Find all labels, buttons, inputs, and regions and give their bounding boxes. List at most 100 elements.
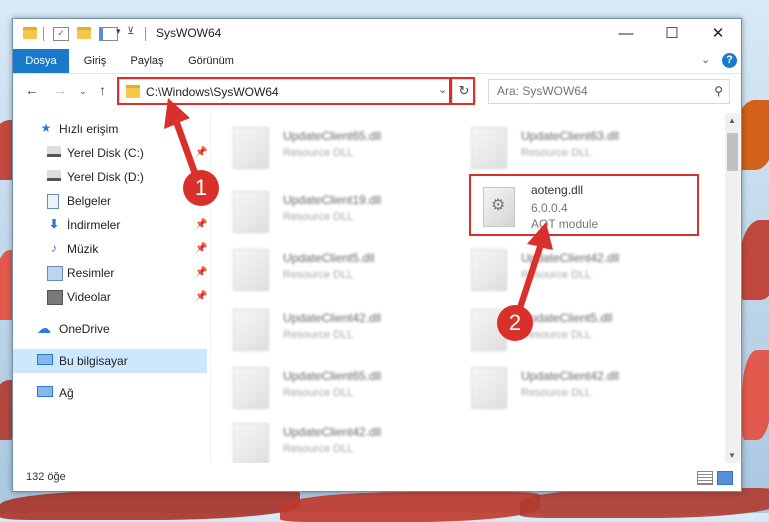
computer-icon xyxy=(37,354,53,365)
sidebar-item-this-pc[interactable]: Bu bilgisayar xyxy=(13,349,207,373)
tab-file[interactable]: Dosya xyxy=(13,49,69,73)
dll-file-icon xyxy=(233,309,269,351)
dll-file-icon xyxy=(471,367,507,409)
scroll-up-icon[interactable]: ▲ xyxy=(728,116,736,125)
new-folder-icon[interactable] xyxy=(77,27,91,39)
file-description: Resource DLL xyxy=(521,329,592,341)
network-icon xyxy=(37,386,53,397)
sidebar-item-label: Yerel Disk (C:) xyxy=(67,146,144,160)
sidebar-item-label: İndirmeler xyxy=(67,218,121,232)
large-icons-view-icon[interactable] xyxy=(717,471,733,485)
search-icon[interactable]: ⚲ xyxy=(714,84,723,98)
dll-file-icon xyxy=(233,423,269,463)
folder-icon xyxy=(23,27,37,39)
sidebar-item-local-disk-d[interactable]: Yerel Disk (D:) xyxy=(13,165,207,189)
list-item[interactable]: UpdateClient42.dll Resource DLL xyxy=(211,415,441,463)
dll-file-icon xyxy=(233,191,269,233)
details-view-icon[interactable] xyxy=(697,471,713,485)
pin-icon[interactable]: 📌 xyxy=(195,291,207,302)
toolbar-separator xyxy=(43,27,44,41)
tab-view[interactable]: Görünüm xyxy=(177,49,245,73)
file-description: Resource DLL xyxy=(283,211,354,223)
dll-file-icon xyxy=(233,367,269,409)
list-item[interactable]: UpdateClient42.dll Resource DLL xyxy=(449,359,679,411)
sidebar-item-documents[interactable]: Belgeler 📌 xyxy=(13,189,207,213)
pin-icon[interactable]: 📌 xyxy=(195,147,207,158)
file-name: UpdateClient42.dll xyxy=(283,311,382,325)
sidebar-item-local-disk-c[interactable]: Yerel Disk (C:) 📌 xyxy=(13,141,207,165)
sidebar-item-music[interactable]: ♪ Müzik 📌 xyxy=(13,237,207,261)
file-name: UpdateClient65.dll xyxy=(283,129,382,143)
sidebar-item-label: Bu bilgisayar xyxy=(59,354,128,368)
list-item[interactable]: UpdateClient5.dll Resource DLL xyxy=(449,301,679,353)
navigation-pane: ★ Hızlı erişim Yerel Disk (C:) 📌 Yerel D… xyxy=(13,113,209,463)
file-description: Resource DLL xyxy=(283,329,354,341)
step-1-badge: 1 xyxy=(183,170,219,206)
pin-icon[interactable]: 📌 xyxy=(195,243,207,254)
sidebar-item-label: Yerel Disk (D:) xyxy=(67,170,144,184)
sidebar-item-videos[interactable]: Videolar 📌 xyxy=(13,285,207,309)
downloads-icon: ⬇ xyxy=(48,217,60,231)
window-title: SysWOW64 xyxy=(156,26,222,40)
sidebar-item-label: Belgeler xyxy=(67,194,112,208)
list-item[interactable]: UpdateClient42.dll Resource DLL xyxy=(211,301,441,353)
sidebar-item-downloads[interactable]: ⬇ İndirmeler 📌 xyxy=(13,213,207,237)
properties-icon[interactable]: ✓ xyxy=(53,27,69,41)
sidebar-item-label: Müzik xyxy=(67,242,99,256)
ribbon-tabs: Dosya Giriş Paylaş Görünüm ⌄ ? xyxy=(13,49,741,74)
search-input[interactable] xyxy=(495,83,699,99)
file-name: UpdateClient42.dll xyxy=(283,425,382,439)
forward-arrow-icon[interactable]: → xyxy=(53,82,67,98)
star-icon: ★ xyxy=(40,121,52,135)
sidebar-item-quick-access[interactable]: ★ Hızlı erişim xyxy=(13,117,207,141)
address-bar-highlight xyxy=(117,77,451,105)
list-item[interactable]: UpdateClient65.dll Resource DLL xyxy=(211,119,441,171)
pin-icon[interactable]: 📌 xyxy=(195,219,207,230)
file-list: UpdateClient65.dll Resource DLL UpdateCl… xyxy=(211,113,723,463)
item-count: 132 öğe xyxy=(26,471,66,483)
scroll-down-icon[interactable]: ▼ xyxy=(728,451,736,460)
file-description: Resource DLL xyxy=(283,387,354,399)
videos-icon xyxy=(47,290,63,305)
back-arrow-icon[interactable]: ← xyxy=(25,82,39,98)
sidebar-item-label: Resimler xyxy=(67,266,115,280)
file-description: Resource DLL xyxy=(521,387,592,399)
help-icon[interactable]: ? xyxy=(722,53,737,68)
maximize-button[interactable]: ☐ xyxy=(649,19,695,49)
list-item[interactable]: UpdateClient5.dll Resource DLL xyxy=(211,241,441,293)
search-box[interactable]: ⚲ xyxy=(488,79,730,104)
step-2-badge: 2 xyxy=(497,305,533,341)
list-item[interactable]: UpdateClient19.dll Resource DLL xyxy=(211,183,441,235)
close-button[interactable]: ✕ xyxy=(695,19,741,49)
sidebar-item-label: Hızlı erişim xyxy=(59,122,119,136)
documents-icon xyxy=(47,194,59,209)
sidebar-item-network[interactable]: Ağ xyxy=(13,381,207,405)
dll-file-icon xyxy=(471,127,507,169)
list-item[interactable]: UpdateClient65.dll Resource DLL xyxy=(211,359,441,411)
file-name: UpdateClient42.dll xyxy=(521,251,620,265)
file-name: UpdateClient5.dll xyxy=(521,311,613,325)
file-description: Resource DLL xyxy=(521,147,592,159)
pin-icon[interactable]: 📌 xyxy=(195,267,207,278)
toolbar-separator xyxy=(145,27,146,41)
tab-share[interactable]: Paylaş xyxy=(121,49,173,73)
aoteng-file-highlight xyxy=(469,174,699,236)
drive-icon xyxy=(47,146,61,157)
up-arrow-icon[interactable]: ↑ xyxy=(99,82,106,98)
tab-home[interactable]: Giriş xyxy=(73,49,117,73)
chevron-down-icon[interactable]: ⌄ xyxy=(701,53,710,66)
file-name: UpdateClient63.dll xyxy=(521,129,620,143)
dll-file-icon xyxy=(471,249,507,291)
sidebar-item-pictures[interactable]: Resimler 📌 xyxy=(13,261,207,285)
list-item[interactable]: UpdateClient42.dll Resource DLL xyxy=(449,241,679,293)
customize-toolbar-icon[interactable]: ⊻ xyxy=(127,26,134,37)
vertical-scrollbar[interactable]: ▲ ▼ xyxy=(725,113,740,463)
music-icon: ♪ xyxy=(51,241,57,255)
cloud-icon: ☁ xyxy=(37,320,51,336)
scroll-thumb[interactable] xyxy=(727,133,738,171)
sidebar-item-onedrive[interactable]: ☁ OneDrive xyxy=(13,317,207,341)
dropdown-arrow-icon[interactable]: ▾ xyxy=(116,26,121,37)
recent-locations-icon[interactable]: ⌄ xyxy=(79,86,87,97)
list-item[interactable]: UpdateClient63.dll Resource DLL xyxy=(449,119,679,171)
minimize-button[interactable]: — xyxy=(603,19,649,49)
